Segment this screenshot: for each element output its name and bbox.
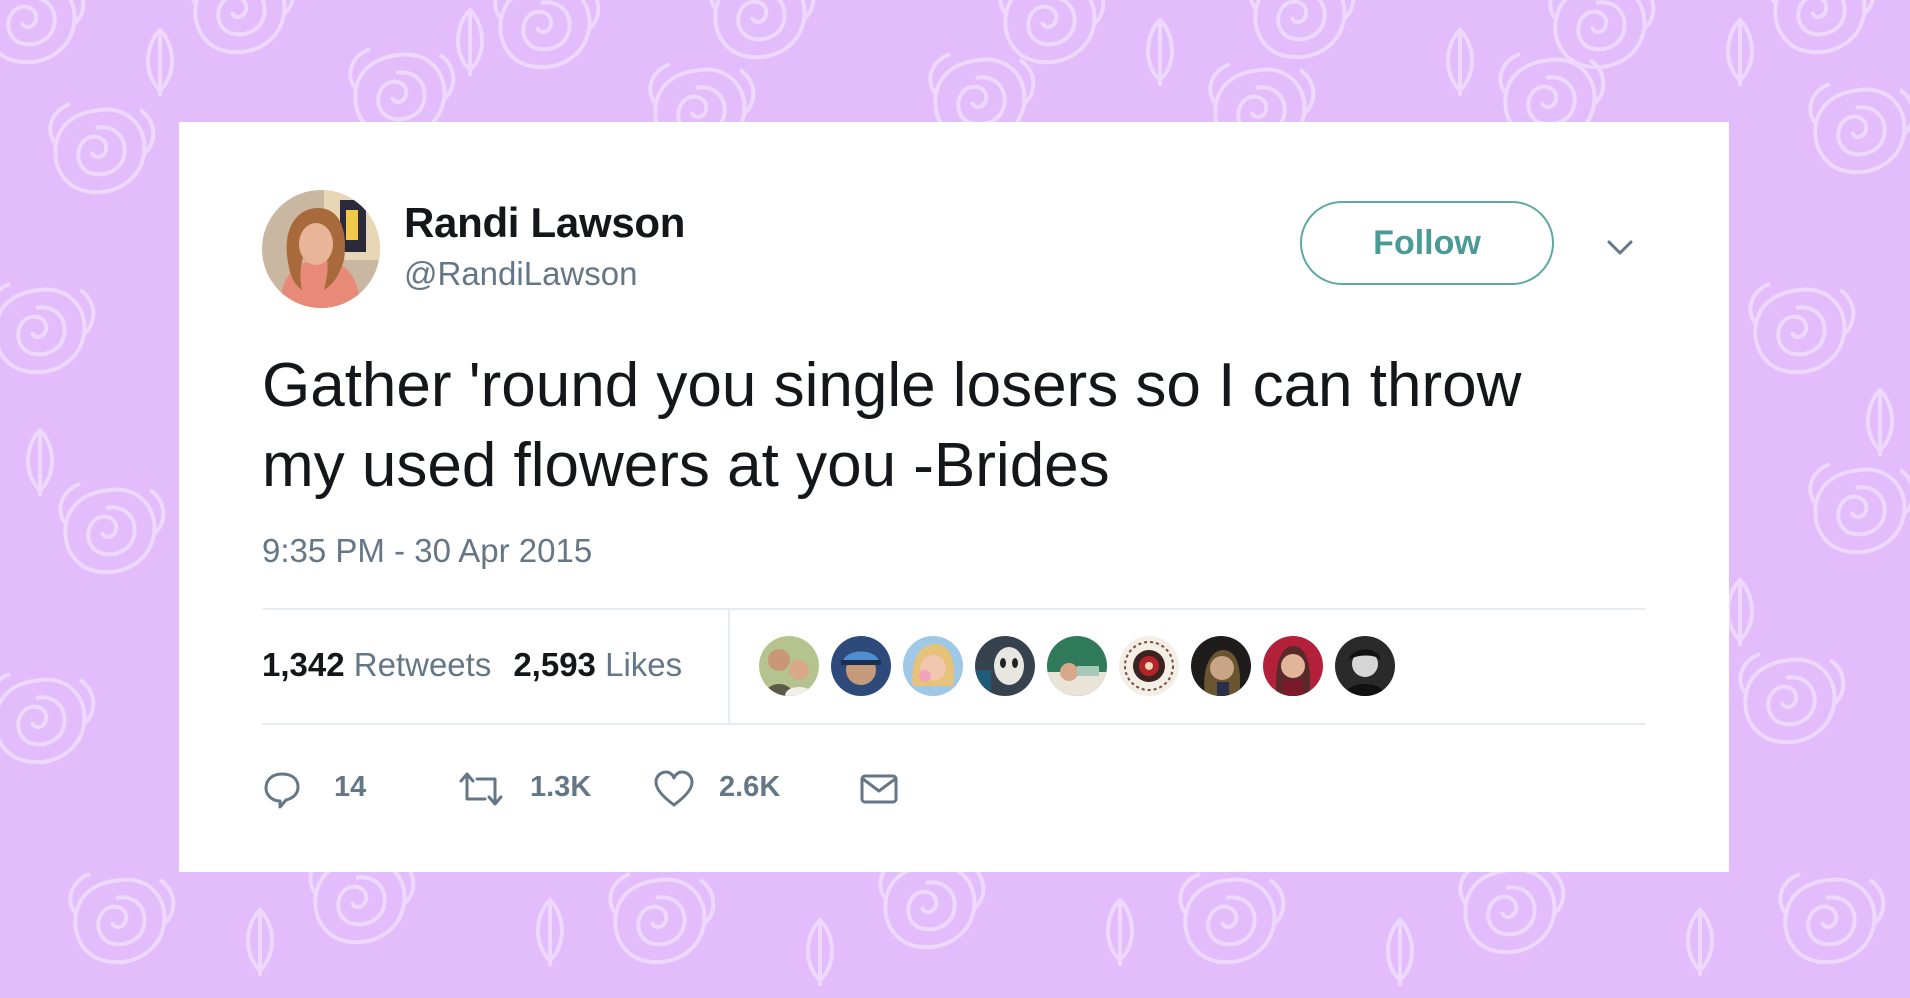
avatar-green-icon (1047, 636, 1107, 696)
liker-avatar[interactable] (831, 636, 891, 696)
retweets-count: 1,342 (262, 646, 345, 683)
author-handle[interactable]: @RandiLawson (404, 255, 637, 293)
retweet-icon (459, 772, 503, 806)
liker-avatar[interactable] (1047, 636, 1107, 696)
tweet-text: Gather 'round you single losers so I can… (262, 351, 1522, 500)
retweets-stat[interactable]: 1,342 Retweets (262, 646, 491, 683)
avatar-mask-icon (975, 636, 1035, 696)
stats-divider-vertical (728, 610, 730, 723)
retweet-count: 1.3K (530, 771, 592, 803)
liker-avatar[interactable] (1119, 636, 1179, 696)
liker-avatar[interactable] (1191, 636, 1251, 696)
avatar-dark-icon (1191, 636, 1251, 696)
author-avatar-image (262, 190, 380, 308)
stats-divider-top (262, 608, 1645, 610)
avatar-bw-icon (1335, 636, 1395, 696)
reply-button[interactable]: 14 (262, 757, 382, 817)
likes-label: Likes (605, 646, 683, 683)
tweet-timestamp[interactable]: 9:35 PM - 30 Apr 2015 (262, 532, 592, 570)
avatar-two-boys-icon (759, 636, 819, 696)
like-count: 2.6K (719, 771, 781, 803)
tweet-stats: 1,342 Retweets 2,593 Likes (262, 646, 682, 684)
retweets-label: Retweets (353, 646, 492, 683)
reply-icon (264, 772, 300, 809)
likes-count: 2,593 (513, 646, 596, 683)
liker-avatar[interactable] (1263, 636, 1323, 696)
heart-icon (654, 770, 694, 807)
likes-stat[interactable]: 2,593 Likes (513, 646, 682, 683)
follow-button[interactable]: Follow (1300, 201, 1554, 285)
tweet-card: Randi Lawson @RandiLawson Follow Gather … (179, 122, 1729, 872)
envelope-icon (860, 774, 898, 804)
liker-avatar[interactable] (975, 636, 1035, 696)
liker-avatar[interactable] (759, 636, 819, 696)
avatar-blonde-icon (903, 636, 963, 696)
liker-avatar[interactable] (1335, 636, 1395, 696)
avatar-red-icon (1263, 636, 1323, 696)
author-display-name[interactable]: Randi Lawson (404, 199, 685, 247)
liker-avatar[interactable] (903, 636, 963, 696)
avatar-badge-icon (1119, 636, 1179, 696)
direct-message-button[interactable] (859, 757, 899, 817)
reply-count: 14 (334, 771, 367, 803)
chevron-down-icon[interactable] (1603, 230, 1637, 264)
stats-divider-bottom (262, 723, 1645, 725)
like-button[interactable]: 2.6K (652, 757, 802, 817)
author-avatar[interactable] (262, 190, 380, 308)
retweet-button[interactable]: 1.3K (457, 757, 607, 817)
avatar-cap-icon (831, 636, 891, 696)
